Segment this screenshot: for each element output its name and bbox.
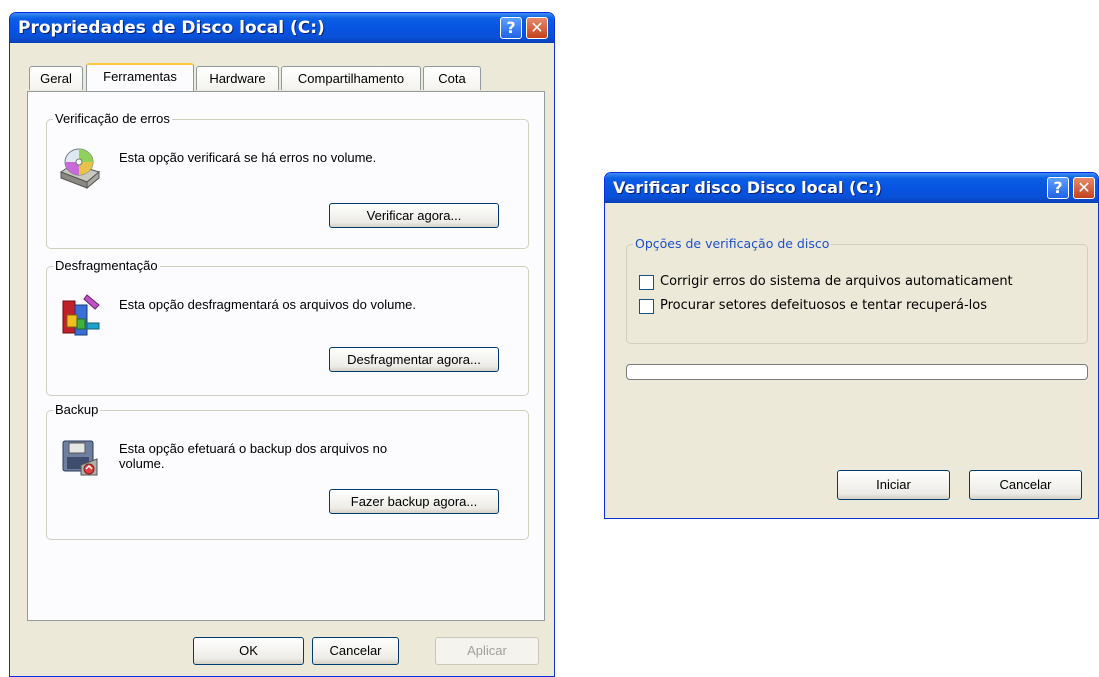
cancel-button[interactable]: Cancelar	[969, 470, 1082, 500]
tab-panel: Verificação de erros Esta opção verifica…	[27, 91, 545, 621]
cancel-button[interactable]: Cancelar	[312, 637, 399, 665]
check-disk-dialog: Verificar disco Disco local (C:) ? ✕ Opç…	[604, 172, 1099, 519]
ok-button[interactable]: OK	[193, 637, 304, 665]
scan-sectors-checkbox[interactable]	[639, 299, 654, 314]
defrag-now-button[interactable]: Desfragmentar agora...	[329, 347, 499, 372]
close-button[interactable]: ✕	[1073, 177, 1095, 199]
fix-errors-checkbox[interactable]	[639, 275, 654, 290]
check-now-button[interactable]: Verificar agora...	[329, 203, 499, 228]
fix-errors-label: Corrigir erros do sistema de arquivos au…	[660, 274, 1013, 289]
properties-title-bar[interactable]: Propriedades de Disco local (C:) ? ✕	[10, 13, 554, 43]
backup-group: Backup Esta opção efetuará o backup dos …	[46, 402, 529, 540]
properties-title: Propriedades de Disco local (C:)	[18, 18, 325, 38]
backup-icon	[62, 440, 98, 476]
close-button[interactable]: ✕	[526, 17, 548, 39]
tab-compartilhamento[interactable]: Compartilhamento	[281, 66, 421, 90]
tab-cota[interactable]: Cota	[423, 66, 481, 90]
check-disk-title-bar[interactable]: Verificar disco Disco local (C:) ? ✕	[605, 173, 1098, 203]
error-check-group: Verificação de erros Esta opção verifica…	[46, 111, 529, 249]
defrag-group: Desfragmentação Esta opção desfragmentar…	[46, 258, 529, 396]
disk-check-options-label: Opções de verificação de disco	[633, 236, 832, 251]
properties-dialog: Propriedades de Disco local (C:) ? ✕ Ger…	[9, 12, 555, 677]
backup-group-label: Backup	[53, 402, 101, 417]
error-check-description: Esta opção verificará se há erros no vol…	[119, 150, 377, 165]
help-button[interactable]: ?	[500, 17, 522, 39]
help-button[interactable]: ?	[1047, 177, 1069, 199]
apply-button[interactable]: Aplicar	[435, 637, 539, 665]
fix-errors-option[interactable]: Corrigir erros do sistema de arquivos au…	[639, 273, 1085, 293]
check-disk-title: Verificar disco Disco local (C:)	[613, 178, 882, 197]
backup-now-button[interactable]: Fazer backup agora...	[329, 489, 499, 514]
defrag-group-label: Desfragmentação	[53, 258, 160, 273]
progress-bar	[626, 364, 1088, 380]
tab-strip: Geral Ferramentas Hardware Compartilhame…	[27, 63, 497, 92]
defrag-icon	[62, 294, 100, 336]
start-button[interactable]: Iniciar	[837, 470, 950, 500]
tab-hardware[interactable]: Hardware	[196, 66, 279, 90]
error-check-group-label: Verificação de erros	[53, 111, 172, 126]
tab-ferramentas[interactable]: Ferramentas	[86, 63, 194, 91]
defrag-description: Esta opção desfragmentará os arquivos do…	[119, 297, 417, 312]
disk-check-icon	[59, 148, 101, 190]
disk-check-options-group: Opções de verificação de disco Corrigir …	[626, 236, 1088, 344]
scan-sectors-label: Procurar setores defeituosos e tentar re…	[660, 298, 987, 313]
backup-description: Esta opção efetuará o backup dos arquivo…	[119, 441, 388, 471]
tab-geral[interactable]: Geral	[29, 66, 83, 90]
scan-sectors-option[interactable]: Procurar setores defeituosos e tentar re…	[639, 297, 1085, 317]
